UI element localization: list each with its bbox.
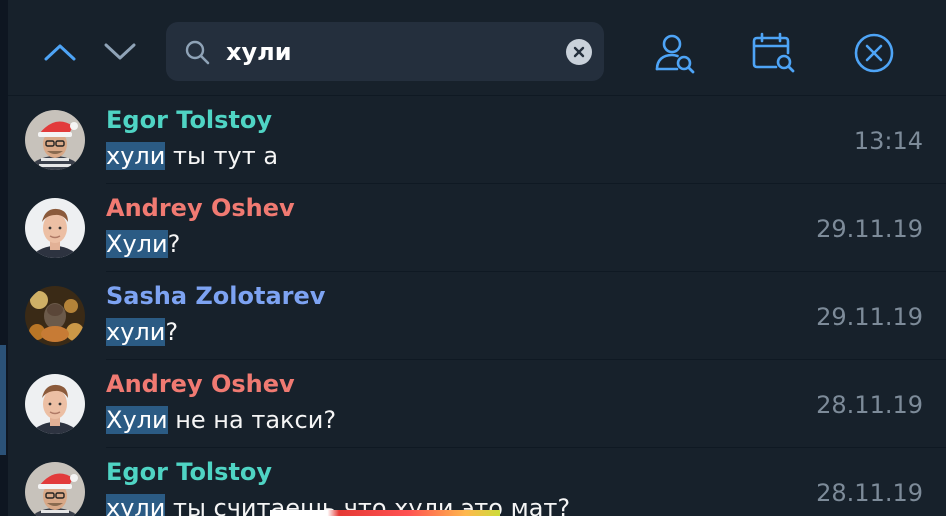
message-date: 28.11.19 <box>816 391 923 419</box>
search-result-row[interactable]: Andrey Oshev Хули? 29.11.19 <box>8 184 946 272</box>
sender-name: Andrey Oshev <box>106 194 295 222</box>
search-result-row[interactable]: Egor Tolstoy хули ты тут а 13:14 <box>8 96 946 184</box>
avatar-andrey-image <box>25 374 85 434</box>
sender-name: Andrey Oshev <box>106 370 295 398</box>
left-gutter <box>0 0 8 516</box>
message-preview: хули ты тут а <box>106 142 278 170</box>
message-text: ты тут а <box>165 142 279 170</box>
avatar <box>25 286 85 346</box>
search-by-date-icon <box>752 32 795 73</box>
search-match-highlight: хули <box>106 318 166 346</box>
message-date: 28.11.19 <box>816 479 923 507</box>
avatar-andrey-image <box>25 198 85 258</box>
search-result-row[interactable]: Sasha Zolotarev хули? 29.11.19 <box>8 272 946 360</box>
avatar-egor-image <box>25 110 85 170</box>
clear-x-icon <box>573 46 585 58</box>
message-text: не на такси? <box>167 406 337 434</box>
search-by-user-button[interactable] <box>652 30 698 76</box>
search-match-highlight: хули <box>106 142 166 170</box>
chevron-up-icon <box>44 44 76 61</box>
search-result-row[interactable]: Egor Tolstoy хули ты считаешь что хули э… <box>8 448 946 516</box>
message-date: 29.11.19 <box>816 303 923 331</box>
message-preview: Хули не на такси? <box>106 406 336 434</box>
search-results-list: Egor Tolstoy хули ты тут а 13:14 Andrey … <box>8 96 946 516</box>
sender-name: Sasha Zolotarev <box>106 282 326 310</box>
message-preview: хули? <box>106 318 178 346</box>
search-box <box>166 22 604 81</box>
previous-result-button[interactable] <box>40 32 80 72</box>
search-by-user-icon <box>655 34 695 74</box>
close-circle-icon <box>854 33 894 73</box>
avatar <box>25 462 85 516</box>
message-preview: Хули? <box>106 230 180 258</box>
search-match-highlight: хули <box>106 494 166 516</box>
chevron-down-icon <box>104 43 136 60</box>
avatar <box>25 110 85 170</box>
next-result-button[interactable] <box>100 32 140 72</box>
avatar-egor-image <box>25 462 85 516</box>
search-by-date-button[interactable] <box>750 30 796 76</box>
search-match-highlight: Хули <box>106 406 168 434</box>
message-date: 13:14 <box>853 127 923 155</box>
close-search-button[interactable] <box>851 30 897 76</box>
sender-name: Egor Tolstoy <box>106 106 273 134</box>
clear-search-button[interactable] <box>566 39 592 65</box>
search-panel: Egor Tolstoy хули ты тут а 13:14 Andrey … <box>0 0 946 516</box>
search-match-highlight: Хули <box>106 230 168 258</box>
avatar <box>25 198 85 258</box>
magnifier-icon <box>185 40 210 65</box>
message-text: ? <box>165 318 179 346</box>
search-result-row[interactable]: Andrey Oshev Хули не на такси? 28.11.19 <box>8 360 946 448</box>
message-text: ? <box>167 230 181 258</box>
partial-image-preview <box>270 510 500 516</box>
search-input[interactable] <box>226 32 546 72</box>
selected-chat-accent <box>0 345 6 455</box>
sender-name: Egor Tolstoy <box>106 458 273 486</box>
search-toolbar <box>8 0 946 96</box>
avatar <box>25 374 85 434</box>
message-date: 29.11.19 <box>816 215 923 243</box>
avatar-sasha-image <box>25 286 85 346</box>
